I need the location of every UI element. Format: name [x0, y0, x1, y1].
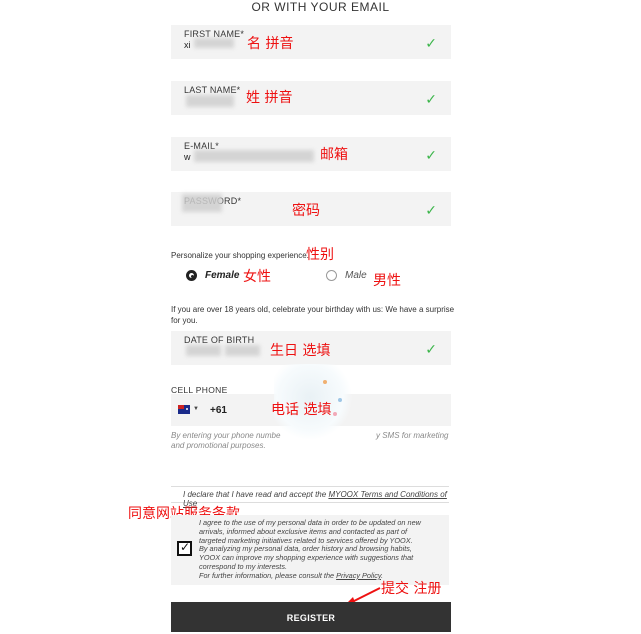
check-icon: ✓: [425, 341, 437, 357]
overlay-dot: [323, 380, 327, 384]
redaction-blur: [194, 150, 314, 162]
phone-note-line1a: By entering your phone numbe: [171, 431, 281, 440]
redaction-blur: [186, 345, 221, 356]
annotation-gender: 性别: [306, 247, 334, 263]
consent-box: I agree to the use of my personal data i…: [171, 515, 449, 585]
redaction-blur: [182, 194, 222, 212]
consent-text: I agree to the use of my personal data i…: [199, 518, 421, 580]
check-icon: ✓: [425, 147, 437, 163]
overlay-dot: [338, 398, 342, 402]
personalize-text: Personalize your shopping experience.: [171, 251, 309, 260]
birthday-note-line1: If you are over 18 years old, celebrate …: [171, 305, 455, 314]
check-icon: ✓: [425, 35, 437, 51]
phone-note-line1b: y SMS for marketing: [376, 431, 449, 440]
first-name-value: xi: [184, 40, 191, 50]
male-radio[interactable]: [326, 270, 337, 281]
last-name-label: LAST NAME*: [184, 85, 241, 95]
annotation-last-name: 姓 拼音: [246, 90, 293, 106]
annotation-female: 女性: [243, 269, 271, 285]
checkmark-icon: ✓: [180, 540, 191, 554]
privacy-policy-link[interactable]: Privacy Policy: [336, 571, 381, 580]
check-icon: ✓: [425, 202, 437, 218]
annotation-first-name: 名 拼音: [247, 36, 294, 52]
annotation-dob: 生日 选填: [270, 343, 331, 359]
redaction-blur: [194, 38, 234, 48]
annotation-email: 邮箱: [320, 147, 348, 163]
female-label[interactable]: Female: [205, 270, 239, 281]
redaction-blur: [225, 345, 260, 356]
section-heading: OR WITH YOUR EMAIL: [251, 0, 390, 14]
terms-row: I declare that I have read and accept th…: [171, 486, 449, 508]
dob-label: DATE OF BIRTH: [184, 335, 255, 345]
redaction-blur: [186, 95, 234, 107]
australia-flag-icon[interactable]: [178, 405, 190, 414]
phone-prefix: +61: [210, 405, 227, 416]
annotation-male: 男性: [373, 273, 401, 289]
male-label[interactable]: Male: [345, 270, 367, 281]
female-radio[interactable]: [186, 270, 197, 281]
email-value: w: [184, 152, 191, 162]
annotation-submit: 提交 注册: [381, 581, 442, 597]
annotation-phone: 电话 选填: [271, 402, 332, 418]
country-dropdown-caret-icon[interactable]: ▼: [193, 406, 199, 412]
register-button[interactable]: REGISTER: [171, 602, 451, 632]
overlay-dot: [333, 412, 337, 416]
birthday-note-line2: for you.: [171, 316, 198, 325]
check-icon: ✓: [425, 91, 437, 107]
phone-note-line2: and promotional purposes.: [171, 441, 266, 450]
annotation-password: 密码: [292, 203, 320, 219]
consent-checkbox[interactable]: ✓: [177, 540, 192, 556]
